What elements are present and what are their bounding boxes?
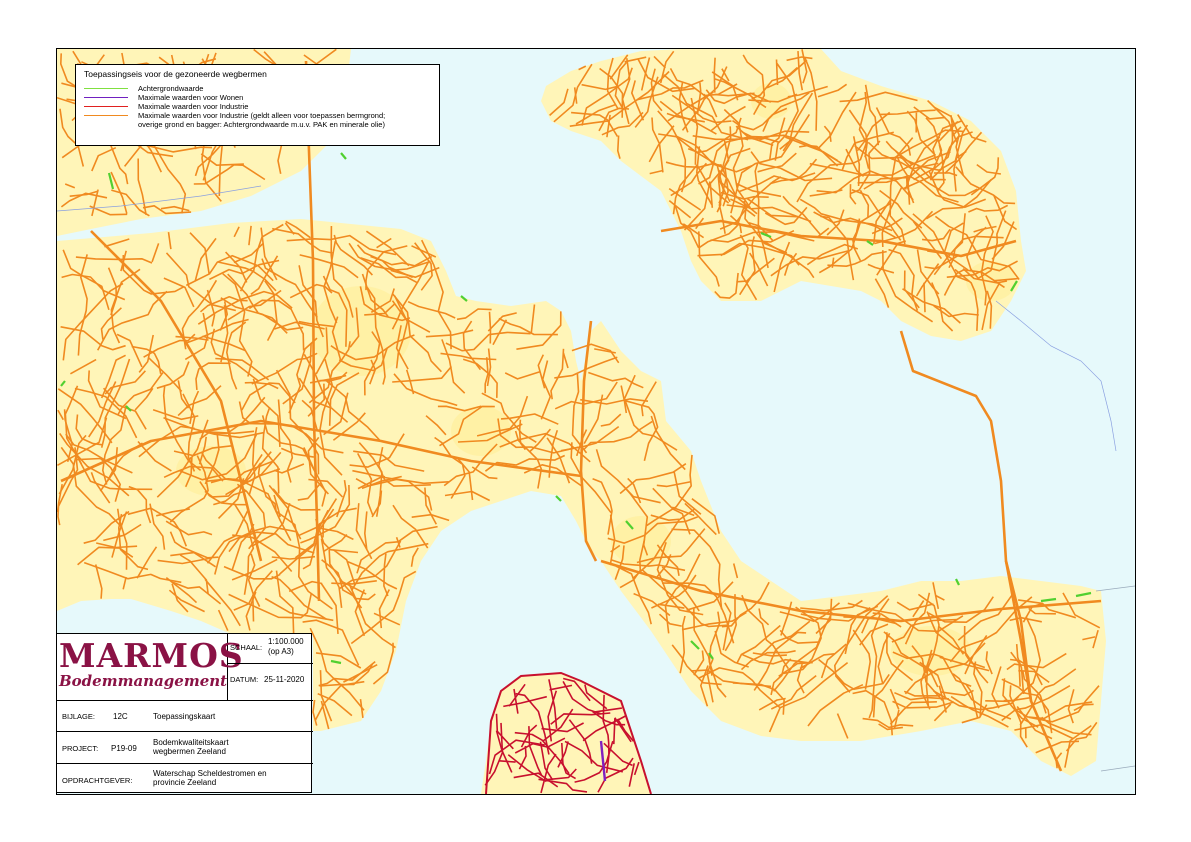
shoreline-east <box>995 300 1117 452</box>
logo-main: MARMOS <box>59 636 244 675</box>
legend-swatch-green <box>84 87 128 90</box>
project-code: P19-09 <box>111 744 137 753</box>
road-green-segment <box>555 495 562 502</box>
datum-value: 25-11-2020 <box>264 675 305 684</box>
shoreline-east-lower <box>1095 585 1135 592</box>
title-block: MARMOS Bodemmanagement SCHAAL: 1:100.000… <box>56 633 313 794</box>
legend-label-multiline: Maximale waarden voor Industrie (geldt a… <box>138 111 385 129</box>
shoreline-south-east <box>1100 765 1135 772</box>
bijlage-cell: BIJLAGE: 12C Toepassingskaart <box>57 701 313 732</box>
opdrachtgever-cell: OPDRACHTGEVER: Waterschap Scheldestromen… <box>57 764 313 794</box>
road-segment <box>713 57 716 93</box>
schaal-cell: SCHAAL: 1:100.000 (op A3) <box>228 634 313 664</box>
legend-item-industrie: Maximale waarden voor Industrie <box>84 102 431 111</box>
road-segment <box>613 718 616 745</box>
legend-swatch-purple <box>84 96 128 99</box>
road-segment <box>923 282 926 313</box>
legend-label: Maximale waarden voor Wonen <box>138 93 244 102</box>
datum-label: DATUM: <box>230 675 259 684</box>
opdrachtgever-1: Waterschap Scheldestromen en <box>153 769 267 778</box>
legend-item-achtergrond: Achtergrondwaarde <box>84 84 431 93</box>
project-title-2: wegbermen Zeeland <box>153 747 226 756</box>
bijlage-num: 12C <box>113 712 128 721</box>
road-segment <box>488 311 492 344</box>
datum-cell: DATUM: 25-11-2020 <box>228 664 313 701</box>
project-title-1: Bodemkwaliteitskaart <box>153 738 229 747</box>
schaal-label: SCHAAL: <box>230 643 263 652</box>
legend-swatch-red <box>84 105 128 108</box>
legend-label-line2: overige grond en bagger: Achtergrondwaar… <box>138 120 385 129</box>
road-segment <box>252 594 255 622</box>
marmos-logo: MARMOS Bodemmanagement <box>57 634 244 701</box>
map-legend: Toepassingseis voor de gezoneerde wegber… <box>75 64 440 146</box>
schaal-value: 1:100.000 <box>268 637 304 646</box>
legend-swatch-orange <box>84 114 128 117</box>
legend-item-wonen: Maximale waarden voor Wonen <box>84 93 431 102</box>
schaal-note: (op A3) <box>268 647 294 656</box>
opdrachtgever-2: provincie Zeeland <box>153 778 217 787</box>
opdrachtgever-label: OPDRACHTGEVER: <box>62 776 133 785</box>
bijlage-title: Toepassingskaart <box>153 712 216 721</box>
legend-item-industrie-berm: Maximale waarden voor Industrie (geldt a… <box>84 111 431 129</box>
road-green-segment <box>340 152 347 160</box>
project-label: PROJECT: <box>62 744 99 753</box>
bijlage-label: BIJLAGE: <box>62 712 95 721</box>
legend-title: Toepassingseis voor de gezoneerde wegber… <box>84 69 267 79</box>
legend-label: Achtergrondwaarde <box>138 84 204 93</box>
legend-label-line1: Maximale waarden voor Industrie (geldt a… <box>138 111 386 120</box>
logo-sub: Bodemmanagement <box>59 672 228 690</box>
legend-label: Maximale waarden voor Industrie <box>138 102 249 111</box>
project-cell: PROJECT: P19-09 Bodemkwaliteitskaart weg… <box>57 732 313 764</box>
road-segment <box>775 59 779 86</box>
